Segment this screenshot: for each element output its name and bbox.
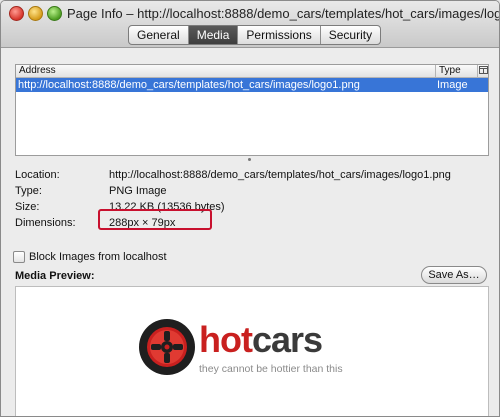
dimensions-label: Dimensions:: [15, 217, 76, 229]
logo-word-cars: cars: [251, 319, 323, 360]
media-table[interactable]: Address Type http://localhost:8888/demo_…: [15, 64, 489, 156]
location-label: Location:: [15, 169, 60, 181]
title-bar: Page Info – http://localhost:8888/demo_c…: [1, 1, 499, 48]
wheel-icon: [139, 319, 195, 375]
location-row: Location: http://localhost:8888/demo_car…: [15, 167, 485, 183]
column-picker-icon[interactable]: [478, 65, 488, 77]
tab-security[interactable]: Security: [321, 26, 380, 44]
size-row: Size: 13.22 KB (13536 bytes): [15, 199, 485, 215]
media-preview-label: Media Preview:: [15, 270, 95, 282]
save-as-button[interactable]: Save As…: [421, 266, 487, 284]
close-window-button[interactable]: [9, 6, 24, 21]
logo-wordmark: hotcars: [199, 319, 323, 360]
dimensions-row: Dimensions: 288px × 79px: [15, 215, 485, 231]
column-picker-glyph: [478, 66, 488, 74]
type-label: Type:: [15, 185, 42, 197]
block-images-label: Block Images from localhost: [29, 251, 167, 263]
block-images-option[interactable]: Block Images from localhost: [13, 251, 167, 263]
type-value: PNG Image: [109, 185, 167, 197]
tab-permissions[interactable]: Permissions: [238, 26, 321, 44]
media-preview-pane: hotcars they cannot be hottier than this: [15, 286, 489, 416]
type-row: Type: PNG Image: [15, 183, 485, 199]
splitter-handle[interactable]: [248, 158, 251, 161]
table-header: Address Type: [16, 65, 488, 78]
zoom-window-button[interactable]: [47, 6, 62, 21]
page-info-window: Page Info – http://localhost:8888/demo_c…: [0, 0, 500, 417]
size-label: Size:: [15, 201, 40, 213]
window-title: Page Info – http://localhost:8888/demo_c…: [67, 6, 500, 21]
media-details: Location: http://localhost:8888/demo_car…: [15, 167, 485, 231]
hotcars-logo: hotcars they cannot be hottier than this: [137, 312, 377, 382]
tab-bar: General Media Permissions Security: [128, 25, 382, 45]
tab-general[interactable]: General: [129, 26, 189, 44]
location-value: http://localhost:8888/demo_cars/template…: [109, 169, 451, 181]
row-address: http://localhost:8888/demo_cars/template…: [18, 79, 360, 91]
dimensions-highlight-box: [98, 209, 212, 230]
row-type: Image: [437, 79, 468, 91]
logo-tagline: they cannot be hottier than this: [199, 363, 343, 375]
column-header-address[interactable]: Address: [16, 65, 436, 77]
column-header-type[interactable]: Type: [436, 65, 478, 77]
tab-media[interactable]: Media: [188, 26, 239, 44]
logo-word-hot: hot: [199, 319, 253, 360]
media-panel: Address Type http://localhost:8888/demo_…: [1, 48, 499, 416]
table-row[interactable]: http://localhost:8888/demo_cars/template…: [16, 78, 488, 92]
minimize-window-button[interactable]: [28, 6, 43, 21]
block-images-checkbox[interactable]: [13, 251, 25, 263]
